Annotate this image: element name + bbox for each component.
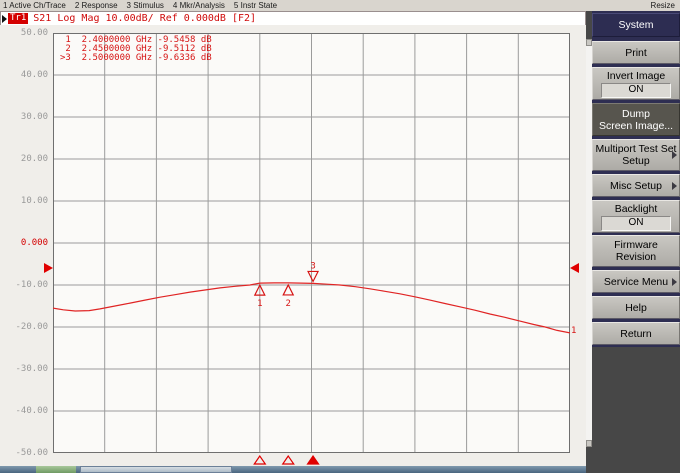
softkey-service-menu[interactable]: Service Menu xyxy=(592,270,680,293)
softkey-firmware-revision[interactable]: Firmware Revision xyxy=(592,235,680,267)
softkey-return[interactable]: Return xyxy=(592,322,680,345)
menu-item-3[interactable]: 3 Stimulus xyxy=(127,1,164,10)
softkey-label: Setup xyxy=(622,155,650,167)
softkey-misc-setup[interactable]: Misc Setup xyxy=(592,174,680,197)
menu-item-5[interactable]: 5 Instr State xyxy=(234,1,277,10)
softkey-label: Invert Image xyxy=(606,69,666,82)
softkey-multiport-test-set-setup[interactable]: Multiport Test Set Setup xyxy=(592,139,680,171)
marker-1-axis-indicator[interactable] xyxy=(253,454,267,465)
y-axis-label: 20.00 xyxy=(20,154,48,164)
graticule-and-trace: 1 2 3 xyxy=(52,33,571,453)
marker-3-axis-indicator[interactable] xyxy=(306,454,320,465)
softkey-label: System xyxy=(618,19,654,31)
resize-button[interactable]: Resize xyxy=(651,1,680,10)
softkey-sidebar: System Print Invert Image ON Dump Screen Imag… xyxy=(586,11,680,473)
reference-level-marker-left xyxy=(44,263,53,273)
softkey-backlight[interactable]: Backlight ON xyxy=(592,200,680,233)
y-axis-label: -20.00 xyxy=(15,322,48,332)
menu-item-1[interactable]: 1 Active Ch/Trace xyxy=(3,1,66,10)
softkey-label: Screen Image... xyxy=(598,119,674,132)
reference-level-value: 0.000 xyxy=(20,238,48,248)
reference-level-marker-right xyxy=(570,263,579,273)
invert-image-state-indicator: ON xyxy=(601,82,671,98)
y-axis-label: -50.00 xyxy=(15,448,48,458)
softkey-print[interactable]: Print xyxy=(592,41,680,64)
menu-items: 1 Active Ch/Trace 2 Response 3 Stimulus 4 M… xyxy=(0,1,277,10)
softkey-label: Service Menu xyxy=(603,275,669,288)
softkey-label: Backlight xyxy=(614,202,658,215)
y-axis-label: -40.00 xyxy=(15,406,48,416)
softkey-invert-image[interactable]: Invert Image ON xyxy=(592,67,680,100)
submenu-arrow-icon xyxy=(672,277,677,286)
backlight-state-indicator: ON xyxy=(601,215,671,231)
y-axis-label: 10.00 xyxy=(20,196,48,206)
trace-format-text: S21 Log Mag 10.00dB/ Ref 0.000dB [F2] xyxy=(33,13,257,24)
y-axis-label: 40.00 xyxy=(20,70,48,80)
softkey-label: Revision xyxy=(615,251,657,263)
svg-text:3: 3 xyxy=(310,261,315,271)
plot-grid: 1 2 3 xyxy=(52,33,571,453)
submenu-arrow-icon xyxy=(672,151,677,159)
taskbar xyxy=(0,466,586,473)
softkey-label: Multiport Test Set xyxy=(595,143,677,155)
y-axis-label: 50.00 xyxy=(20,28,48,38)
softkey-label: Print xyxy=(625,46,647,59)
softkey-label: Help xyxy=(625,301,647,314)
y-axis-label: -10.00 xyxy=(15,280,48,290)
menu-item-4[interactable]: 4 Mkr/Analysis xyxy=(173,1,225,10)
instrument-screen: 1 Active Ch/Trace 2 Response 3 Stimulus 4 M… xyxy=(0,0,680,473)
softkey-column: System Print Invert Image ON Dump Screen Imag… xyxy=(592,11,680,347)
marker-axis-indicators[interactable] xyxy=(53,454,570,466)
y-axis-label: -30.00 xyxy=(15,364,48,374)
softkey-system[interactable]: System xyxy=(592,13,680,37)
trace-number-label: 1 xyxy=(571,326,577,336)
taskbar-app-button[interactable] xyxy=(80,466,232,473)
trace1-badge[interactable]: Tr1 xyxy=(8,13,29,24)
menu-item-2[interactable]: 2 Response xyxy=(75,1,118,10)
svg-text:1: 1 xyxy=(257,299,262,309)
svg-text:2: 2 xyxy=(286,299,291,309)
y-axis-label: 30.00 xyxy=(20,112,48,122)
marker-readout-row: >3 2.5000000 GHz -9.6336 dB xyxy=(60,53,212,63)
softkey-label: Misc Setup xyxy=(610,179,662,192)
active-trace-arrow-icon xyxy=(2,14,7,23)
marker-readout-table: 1 2.4000000 GHz -9.5458 dB 2 2.4500000 G… xyxy=(60,36,212,63)
softkey-help[interactable]: Help xyxy=(592,296,680,319)
softkey-dump-screen-image[interactable]: Dump Screen Image... xyxy=(592,103,680,136)
softkey-label: Return xyxy=(620,327,652,340)
marker-2-axis-indicator[interactable] xyxy=(281,454,295,465)
trace-status-bar: Tr1 S21 Log Mag 10.00dB/ Ref 0.000dB [F2… xyxy=(0,11,586,26)
taskbar-start-button[interactable] xyxy=(36,466,76,473)
marker-2-symbol[interactable]: 2 xyxy=(282,283,295,309)
plot-area: 50.00 40.00 30.00 20.00 10.00 0.000 -10.00 -20.… xyxy=(0,25,586,466)
softkey-label: Firmware xyxy=(614,239,658,251)
submenu-arrow-icon xyxy=(672,181,677,190)
scrollbar-bottom-nub[interactable] xyxy=(586,440,592,447)
softkey-label: Dump xyxy=(621,107,650,120)
marker-3-symbol[interactable]: 3 xyxy=(307,261,320,283)
